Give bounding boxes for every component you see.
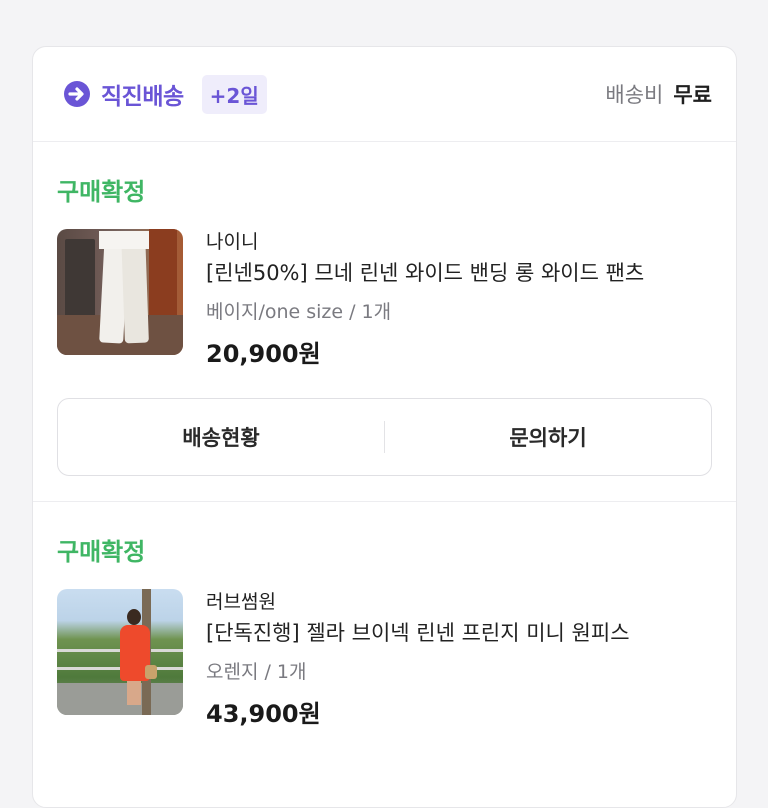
order-actions: 배송현황 문의하기 (57, 398, 712, 476)
delivery-status-button[interactable]: 배송현황 (58, 399, 384, 475)
product-price: 43,900원 (206, 700, 321, 728)
product-brand[interactable]: 러브썸원 (206, 589, 712, 615)
product-info: 러브썸원 [단독진행] 젤라 브이넥 린넨 프린지 미니 원피스 오렌지 / 1… (206, 589, 712, 731)
product-thumbnail[interactable] (57, 229, 183, 355)
order-card: 직진배송 +2일 배송비 무료 구매확정 나이니 [린넨50%] 므네 린넨 와이… (32, 46, 737, 808)
product-thumbnail[interactable] (57, 589, 183, 715)
product-price: 20,900원 (206, 340, 321, 368)
shipping-fee: 배송비 무료 (605, 79, 712, 109)
product-title[interactable]: [단독진행] 젤라 브이넥 린넨 프린지 미니 원피스 (206, 617, 712, 649)
product-title[interactable]: [린넨50%] 므네 린넨 와이드 밴딩 롱 와이드 팬츠 (206, 257, 712, 289)
arrow-circle-icon (64, 81, 90, 107)
shipping-fee-label: 배송비 (605, 83, 664, 107)
product-option: 베이지/one size / 1개 (206, 301, 392, 323)
product-row[interactable]: 러브썸원 [단독진행] 젤라 브이넥 린넨 프린지 미니 원피스 오렌지 / 1… (57, 589, 712, 731)
product-info: 나이니 [린넨50%] 므네 린넨 와이드 밴딩 롱 와이드 팬츠 베이지/on… (206, 229, 712, 371)
product-option: 오렌지 / 1개 (206, 661, 307, 683)
shipping-type-label: 직진배송 (101, 84, 184, 110)
product-brand[interactable]: 나이니 (206, 229, 712, 255)
inquiry-button[interactable]: 문의하기 (385, 399, 711, 475)
shipping-header: 직진배송 +2일 배송비 무료 (33, 47, 736, 142)
product-row[interactable]: 나이니 [린넨50%] 므네 린넨 와이드 밴딩 롱 와이드 팬츠 베이지/on… (57, 229, 712, 371)
order-item: 구매확정 러브썸원 [단독진행] 젤라 브이넥 린넨 프린지 미니 원피스 오렌… (33, 502, 736, 731)
order-status: 구매확정 (57, 178, 146, 206)
shipping-fee-value: 무료 (673, 83, 712, 107)
order-item: 구매확정 나이니 [린넨50%] 므네 린넨 와이드 밴딩 롱 와이드 팬츠 베… (33, 142, 736, 476)
delivery-days-badge: +2일 (201, 74, 267, 114)
order-status: 구매확정 (57, 538, 146, 566)
